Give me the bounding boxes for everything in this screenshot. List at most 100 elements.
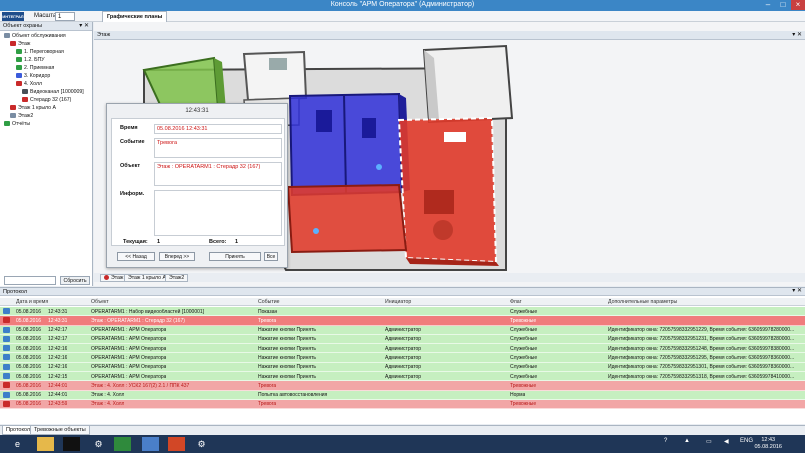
column-header-datetime[interactable]: Дата и время bbox=[16, 299, 48, 305]
table-row[interactable]: 05.08.2016 12:42:17 OPERATARM1 : АРМ Опера… bbox=[0, 334, 805, 345]
tree-item-label: Объект обслуживания bbox=[12, 33, 66, 39]
tree-item[interactable]: Отчёты bbox=[2, 120, 90, 128]
tree-item[interactable]: Этаж 1 крыло А bbox=[2, 104, 90, 112]
building-icon bbox=[4, 33, 10, 38]
app-icon[interactable] bbox=[114, 437, 131, 451]
tree-item[interactable]: 1. Переговорная bbox=[2, 48, 90, 56]
cell-event: Нажатие кнопки Принять bbox=[258, 345, 316, 352]
pin-icon[interactable]: ▾ ✕ bbox=[792, 31, 802, 38]
forward-button[interactable]: Вперед >> bbox=[159, 252, 195, 261]
tree-item[interactable]: Этаж2 bbox=[2, 112, 90, 120]
zone-red-room[interactable] bbox=[286, 183, 408, 254]
room-icon bbox=[16, 73, 22, 78]
cell-initiator: Администратор bbox=[385, 364, 422, 371]
cell-date: 05.08.2016 bbox=[16, 401, 42, 408]
table-row[interactable]: 05.08.2016 12:42:16 OPERATARM1 : АРМ Опера… bbox=[0, 353, 805, 363]
monitor-icon[interactable]: ▭ bbox=[706, 438, 712, 445]
ie-icon[interactable]: e bbox=[9, 437, 26, 451]
maximize-button[interactable]: □ bbox=[776, 0, 790, 10]
speaker-icon[interactable]: ◀ bbox=[724, 438, 729, 445]
sensor-dot[interactable] bbox=[376, 164, 382, 170]
tree-item[interactable]: 4. Холл bbox=[2, 80, 90, 88]
table-row[interactable]: 05.08.2016 12:43:31 Этаж : OPERATARM1 : Ст… bbox=[0, 316, 805, 326]
floor-plan-header: Этаж ▾ ✕ bbox=[94, 31, 805, 40]
terminal-icon[interactable] bbox=[63, 437, 80, 451]
cell-params: Идентификатор окна: 72057598332951295, В… bbox=[608, 354, 795, 361]
help-icon[interactable]: ? bbox=[664, 438, 667, 444]
room-icon bbox=[16, 57, 22, 62]
scale-select[interactable]: 1 bbox=[55, 12, 75, 21]
window-title: Консоль "АРМ Оператора" (Администратор) bbox=[330, 1, 475, 8]
pin-icon[interactable]: ▾ ✕ bbox=[792, 288, 802, 294]
protocol-table-header: Дата и время Объект Событие Инициатор Фл… bbox=[0, 298, 805, 306]
cell-initiator: Администратор bbox=[385, 354, 422, 361]
close-button[interactable]: × bbox=[791, 0, 805, 10]
event-type-icon bbox=[3, 335, 10, 342]
cell-flag: Служебные bbox=[510, 308, 538, 315]
object-tree: Объект обслуживания Этаж 1. Переговорная 1.… bbox=[0, 31, 92, 129]
cell-object: OPERATARM1 : АРМ Оператора bbox=[91, 373, 167, 380]
object-field: Этаж : OPERATARM1 : Стерадр 32 (167) bbox=[154, 162, 282, 186]
cell-event: Нажатие кнопки Принять bbox=[258, 354, 316, 361]
table-row[interactable]: 05.08.2016 12:42:16 OPERATARM1 : АРМ Опера… bbox=[0, 362, 805, 373]
object-tree-title: Объект охраны bbox=[3, 23, 43, 29]
tree-item[interactable]: Этаж bbox=[2, 40, 90, 48]
tree-item[interactable]: Объект обслуживания bbox=[2, 32, 90, 40]
tab-floor-1-wing-a[interactable]: Этаж 1 крыло А bbox=[124, 274, 170, 282]
cell-flag: Тревожные bbox=[510, 401, 537, 408]
tree-item[interactable]: 3. Коридор bbox=[2, 72, 90, 80]
clock[interactable]: 12:43 05.08.2016 bbox=[754, 437, 782, 451]
cell-flag: Тревожные bbox=[510, 382, 537, 389]
object-tree-panel: Объект охраны ▾ ✕ Объект обслуживания Эта… bbox=[0, 22, 93, 286]
cell-event: Нажатие кнопки Принять bbox=[258, 336, 316, 343]
back-button[interactable]: << Назад bbox=[117, 252, 155, 261]
gear-icon[interactable]: ⚙ bbox=[193, 437, 210, 451]
sensor-dot[interactable] bbox=[313, 228, 319, 234]
info-field[interactable] bbox=[154, 190, 282, 236]
table-row[interactable]: 05.08.2016 12:42:17 OPERATARM1 : АРМ Опера… bbox=[0, 325, 805, 335]
table-row[interactable]: 05.08.2016 12:44:01 Этаж : 4. Холл Попытка … bbox=[0, 390, 805, 400]
cell-date: 05.08.2016 bbox=[16, 317, 42, 324]
reset-filter-button[interactable]: Сбросить bbox=[60, 276, 90, 285]
cell-initiator: Администратор bbox=[385, 345, 422, 352]
tree-filter-input[interactable] bbox=[4, 276, 56, 285]
cell-params: Идентификатор окна: 72057598332951318, В… bbox=[608, 373, 795, 380]
event-type-icon bbox=[3, 317, 10, 324]
tree-item[interactable]: 1.2. БПУ bbox=[2, 56, 90, 64]
window-icon[interactable] bbox=[142, 437, 159, 451]
settings-icon[interactable]: ⚙ bbox=[90, 437, 107, 451]
column-header-event[interactable]: Событие bbox=[258, 299, 280, 305]
column-header-flag[interactable]: Флаг bbox=[510, 299, 522, 305]
folder-icon[interactable] bbox=[37, 437, 54, 451]
window-titlebar: Консоль "АРМ Оператора" (Администратор) … bbox=[0, 0, 805, 11]
network-icon[interactable]: ▲ bbox=[684, 438, 690, 444]
all-button[interactable]: Все bbox=[264, 252, 278, 261]
lang-indicator[interactable]: ENG bbox=[740, 438, 753, 444]
column-header-params[interactable]: Дополнительные параметры bbox=[608, 299, 677, 305]
total-value: 1 bbox=[235, 239, 239, 245]
cell-date: 05.08.2016 bbox=[16, 308, 42, 315]
table-row[interactable]: 05.08.2016 12:44:01 Этаж : 4. Холл : УСК2 … bbox=[0, 381, 805, 391]
object-tree-header: Объект охраны ▾ ✕ bbox=[0, 22, 92, 31]
pin-icon[interactable]: ▾ ✕ bbox=[79, 22, 89, 29]
table-row[interactable]: 05.08.2016 12:42:16 OPERATARM1 : АРМ Опера… bbox=[0, 344, 805, 354]
tab-floor-2[interactable]: Этаж2 bbox=[165, 274, 189, 282]
table-row[interactable]: 05.08.2016 12:43:31 OPERATARM1 : Набор вид… bbox=[0, 307, 805, 317]
accept-button[interactable]: Принять bbox=[209, 252, 261, 261]
cell-time: 12:43:31 bbox=[48, 317, 68, 324]
minimize-button[interactable]: – bbox=[761, 0, 775, 10]
column-header-object[interactable]: Объект bbox=[91, 299, 109, 305]
tab-graphic-plans[interactable]: Графические планы bbox=[102, 11, 168, 22]
powerpoint-icon[interactable] bbox=[168, 437, 185, 451]
cell-flag: Служебные bbox=[510, 336, 538, 343]
column-header-initiator[interactable]: Инициатор bbox=[385, 299, 411, 305]
tab-alarm-objects[interactable]: Тревожные объекты bbox=[30, 426, 90, 435]
tree-item[interactable]: Стерадр 32 (167) bbox=[2, 96, 90, 104]
tree-item[interactable]: 2. Приемная bbox=[2, 64, 90, 72]
table-row[interactable]: 05.08.2016 12:42:15 OPERATARM1 : АРМ Опера… bbox=[0, 372, 805, 382]
toolbar: ИНТЕГРАЛ Масштаб 1 Графические планы bbox=[0, 11, 805, 22]
table-row[interactable]: 05.08.2016 12:43:59 Этаж : 4. Холл Тревога Т… bbox=[0, 399, 805, 410]
tree-item-label: 2. Приемная bbox=[24, 65, 55, 71]
protocol-header: Протокол ▾ ✕ bbox=[0, 288, 805, 296]
tree-item[interactable]: Видеоканал [1000009] bbox=[2, 88, 90, 96]
